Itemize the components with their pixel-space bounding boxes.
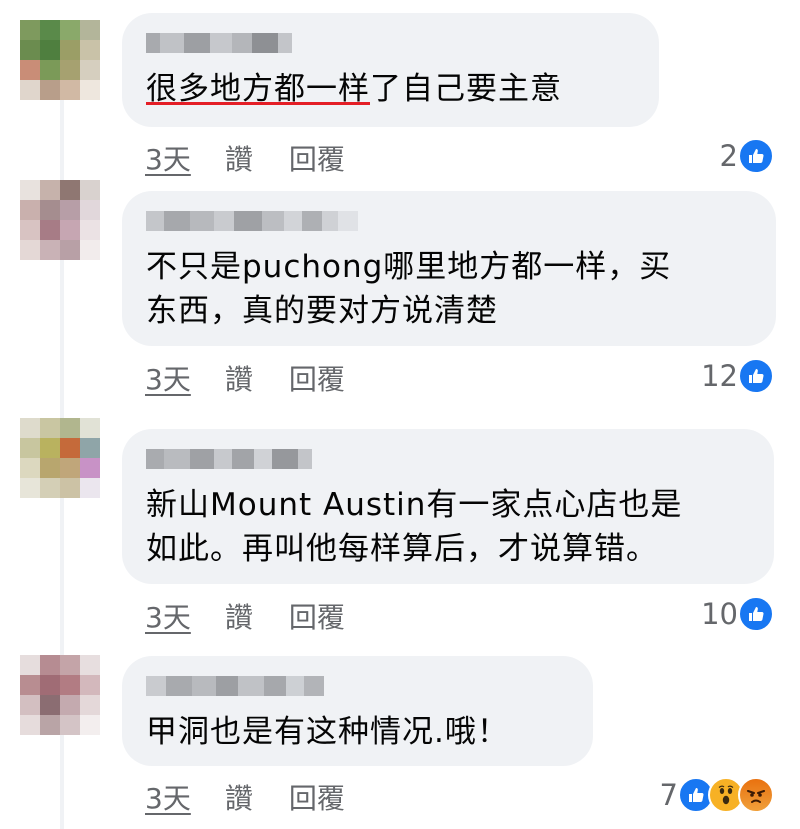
redacted-author-name[interactable] (146, 676, 567, 696)
comment-actions: 3天 讚 回覆 (145, 777, 345, 817)
reaction-summary[interactable]: 7 (660, 777, 774, 813)
redacted-author-name[interactable] (146, 211, 750, 231)
comment-text-rest: 了自己要主意 (370, 71, 562, 107)
reaction-summary[interactable]: 2 (720, 138, 774, 174)
reaction-count: 12 (701, 359, 738, 393)
reaction-summary[interactable]: 10 (701, 596, 774, 632)
like-button[interactable]: 讚 (225, 358, 253, 398)
timestamp-link[interactable]: 3天 (145, 596, 191, 636)
comment-text: 不只是puchong哪里地方都一样，买 东西，真的要对方说清楚 (146, 249, 672, 329)
timestamp-link[interactable]: 3天 (145, 358, 191, 398)
avatar[interactable] (20, 20, 100, 100)
reply-button[interactable]: 回覆 (289, 358, 345, 398)
avatar[interactable] (20, 655, 100, 735)
like-button[interactable]: 讚 (225, 138, 253, 178)
avatar[interactable] (20, 180, 100, 260)
reply-button[interactable]: 回覆 (289, 138, 345, 178)
redacted-author-name[interactable] (146, 449, 748, 469)
comment-actions: 3天 讚 回覆 (145, 596, 345, 636)
underlined-text: 很多地方都一样 (146, 71, 370, 107)
like-icon (738, 596, 774, 632)
avatar[interactable] (20, 418, 100, 498)
comment-bubble: 新山Mount Austin有一家点心店也是 如此。再叫他每样算后，才说算错。 (122, 429, 774, 584)
comment-text: 很多地方都一样了自己要主意 (146, 67, 633, 111)
like-icon (738, 138, 774, 174)
angry-icon (738, 777, 774, 813)
comment-actions: 3天 讚 回覆 (145, 138, 345, 178)
reply-button[interactable]: 回覆 (289, 777, 345, 817)
reaction-count: 2 (719, 139, 738, 173)
comment-bubble: 甲洞也是有这种情况.哦！ (122, 656, 593, 766)
reaction-summary[interactable]: 12 (701, 358, 774, 394)
comment-text: 甲洞也是有这种情况.哦！ (146, 714, 509, 750)
like-button[interactable]: 讚 (225, 777, 253, 817)
comment-bubble: 不只是puchong哪里地方都一样，买 东西，真的要对方说清楚 (122, 191, 776, 346)
reaction-count: 10 (701, 597, 738, 631)
like-button[interactable]: 讚 (225, 596, 253, 636)
like-icon (738, 358, 774, 394)
comment-text: 新山Mount Austin有一家点心店也是 如此。再叫他每样算后，才说算错。 (146, 487, 683, 567)
comment-actions: 3天 讚 回覆 (145, 358, 345, 398)
comment-bubble: 很多地方都一样了自己要主意 (122, 13, 659, 127)
reply-button[interactable]: 回覆 (289, 596, 345, 636)
reaction-count: 7 (659, 778, 678, 812)
redacted-author-name[interactable] (146, 33, 633, 53)
timestamp-link[interactable]: 3天 (145, 138, 191, 178)
timestamp-link[interactable]: 3天 (145, 777, 191, 817)
